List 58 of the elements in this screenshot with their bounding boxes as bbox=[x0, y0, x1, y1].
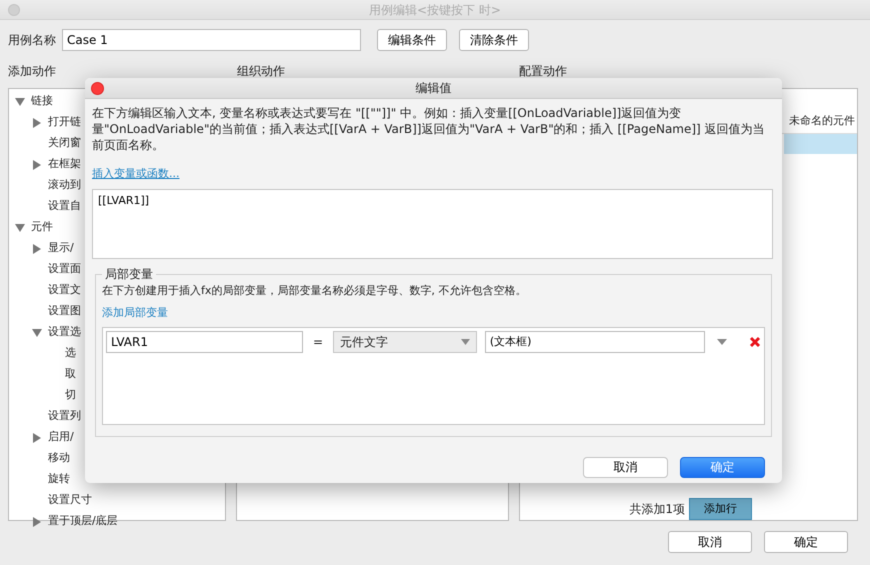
close-button[interactable] bbox=[91, 82, 104, 95]
tree-item[interactable]: 链接 bbox=[31, 93, 53, 110]
tree-toggle-icon[interactable] bbox=[32, 160, 42, 170]
tree-item[interactable]: 打开链 bbox=[48, 114, 81, 131]
tree-item[interactable]: 切 bbox=[65, 387, 76, 404]
tree-toggle-icon[interactable] bbox=[32, 244, 42, 254]
tree-item[interactable]: 移动 bbox=[48, 450, 70, 467]
column-header: 未命名的元件 bbox=[789, 113, 855, 129]
tree-toggle-icon[interactable] bbox=[15, 222, 25, 232]
group-title: 局部变量 bbox=[104, 268, 154, 280]
condition-button[interactable]: 编辑条件 bbox=[377, 29, 447, 51]
tree-item[interactable]: 设置列 bbox=[48, 408, 81, 425]
footer-button[interactable]: 确定 bbox=[764, 531, 848, 553]
tree-item[interactable]: 显示/ bbox=[48, 240, 74, 257]
delete-icon[interactable] bbox=[749, 336, 761, 348]
section-heading: 配置动作 bbox=[519, 64, 567, 78]
window-title: 用例编辑<按键按下 时> bbox=[369, 2, 501, 18]
section-heading: 组织动作 bbox=[237, 64, 285, 78]
value-editor[interactable]: [[LVAR1]] bbox=[92, 188, 773, 258]
tree-item[interactable]: 元件 bbox=[31, 219, 53, 236]
caret-icon bbox=[460, 339, 470, 346]
tree-item[interactable]: 设置尺寸 bbox=[48, 492, 92, 509]
local-variables-text: 在下方创建用于插入fx的局部变量，局部变量名称必须是字母、数字, 不允许包含空格。 bbox=[102, 282, 528, 298]
tree-item[interactable]: 取 bbox=[65, 366, 76, 383]
add-row-button[interactable]: 添加行 bbox=[689, 498, 752, 520]
variable-name-field[interactable]: LVAR1 bbox=[106, 330, 303, 352]
tree-toggle-icon[interactable] bbox=[32, 118, 42, 128]
tree-item[interactable]: 设置面 bbox=[48, 261, 81, 278]
tree-item[interactable]: 设置图 bbox=[48, 303, 81, 320]
caret-icon[interactable] bbox=[717, 338, 727, 344]
tree-item[interactable]: 在框架 bbox=[48, 156, 81, 173]
dialog-title: 编辑值 bbox=[416, 81, 452, 95]
tree-toggle-icon[interactable] bbox=[32, 432, 42, 442]
tree-item[interactable]: 关闭窗 bbox=[48, 135, 81, 152]
section-heading: 添加动作 bbox=[8, 64, 56, 78]
tree-item[interactable]: 选 bbox=[65, 345, 76, 362]
case-name-field[interactable]: Case 1 bbox=[62, 29, 361, 51]
case-name-label: 用例名称 bbox=[8, 32, 56, 49]
insert-variable-link[interactable]: 插入变量或函数... bbox=[92, 167, 180, 180]
dialog-button[interactable]: 取消 bbox=[583, 456, 668, 478]
tree-item[interactable]: 启用/ bbox=[48, 429, 74, 446]
description-text: 在下方编辑区输入文本, 变量名称或表达式要写在 "[[""]]" 中。例如：插入变量[[OnLoadVariable]]返回值为变量"OnLoadVariable"的当前值；插入表达式[[VarA + VarB]]返回值为"VarA + VarB"的和；插入 [[PageName]] 返回值为当前页面名称。 bbox=[92, 105, 766, 154]
tree-item[interactable]: 设置文 bbox=[48, 282, 81, 299]
add-local-variable-link[interactable]: 添加局部变量 bbox=[102, 306, 168, 319]
tree-toggle-icon[interactable] bbox=[15, 96, 25, 106]
count-label: 共添加1项 bbox=[629, 501, 685, 518]
tree-toggle-icon[interactable] bbox=[32, 328, 42, 338]
tree-item[interactable]: 置于顶层/底层 bbox=[48, 513, 118, 530]
tree-toggle-icon[interactable] bbox=[32, 516, 42, 526]
tree-item[interactable]: 滚动到 bbox=[48, 177, 81, 194]
condition-button[interactable]: 清除条件 bbox=[459, 29, 529, 51]
tree-item[interactable]: 旋转 bbox=[48, 471, 70, 488]
source-dropdown[interactable]: 元件文字 bbox=[333, 330, 477, 352]
tree-item[interactable]: 设置选 bbox=[48, 324, 81, 341]
tree-item[interactable]: 设置自 bbox=[48, 198, 81, 215]
target-field[interactable]: (文本框) bbox=[484, 330, 705, 352]
footer-button[interactable]: 取消 bbox=[668, 531, 752, 553]
equals-sign: = bbox=[312, 334, 324, 350]
